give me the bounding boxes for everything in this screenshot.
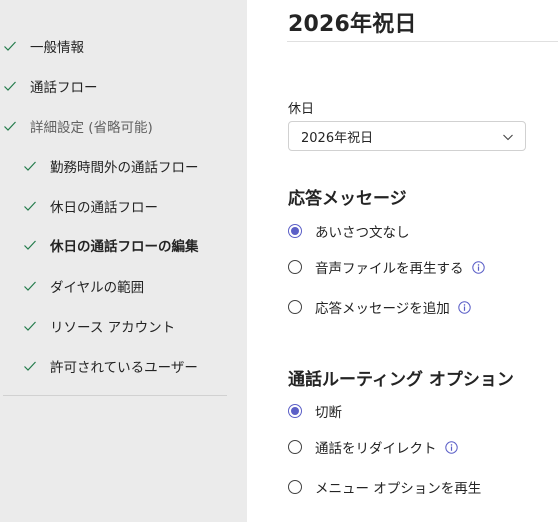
sidebar-item-call-flow[interactable]: 通話フロー (3, 75, 98, 97)
sidebar-item-label: 勤務時間外の通話フロー (50, 160, 199, 176)
sidebar-item-label: 休日の通話フロー (50, 200, 158, 216)
page-title: 2026年祝日 (288, 12, 417, 37)
checkmark-icon (3, 119, 17, 133)
radio-label: あいさつ文なし (315, 225, 410, 241)
info-icon[interactable] (444, 440, 458, 454)
sidebar-item-dial-scope[interactable]: ダイヤルの範囲 (23, 275, 144, 297)
sidebar-item-advanced-settings[interactable]: 詳細設定 (省略可能) (3, 115, 153, 137)
checkmark-icon (23, 238, 37, 252)
holiday-select-value: 2026年祝日 (301, 130, 374, 146)
sidebar-item-holiday-call-flow[interactable]: 休日の通話フロー (23, 195, 158, 217)
checkmark-icon (23, 319, 37, 333)
sidebar-item-resource-accounts[interactable]: リソース アカウント (23, 315, 175, 337)
sidebar-item-label: 休日の通話フローの編集 (50, 239, 199, 255)
main-panel: 2026年祝日 休日 2026年祝日 応答メッセージ あいさつ文なし 音声ファイ… (247, 0, 558, 522)
sidebar-item-label: 通話フロー (30, 80, 98, 96)
greeting-option-play-audio[interactable]: 音声ファイルを再生する (288, 257, 485, 277)
routing-option-disconnect[interactable]: 切断 (288, 401, 342, 421)
routing-option-play-menu[interactable]: メニュー オプションを再生 (288, 477, 481, 497)
sidebar-item-after-hours-call-flow[interactable]: 勤務時間外の通話フロー (23, 155, 199, 177)
info-icon[interactable] (458, 300, 471, 314)
checkmark-icon (23, 279, 37, 293)
routing-heading: 通話ルーティング オプション (288, 370, 514, 390)
radio-button[interactable] (288, 440, 302, 454)
radio-button-selected[interactable] (288, 224, 302, 238)
sidebar-item-label: リソース アカウント (50, 320, 176, 336)
radio-label: 音声ファイルを再生する (315, 261, 464, 277)
sidebar-item-general-info[interactable]: 一般情報 (3, 35, 84, 57)
holiday-field-label: 休日 (288, 102, 315, 117)
checkmark-icon (23, 199, 37, 213)
radio-button[interactable] (288, 260, 302, 274)
routing-option-redirect[interactable]: 通話をリダイレクト (288, 437, 458, 457)
checkmark-icon (3, 39, 17, 53)
sidebar-item-edit-holiday-call-flow[interactable]: 休日の通話フローの編集 (23, 234, 199, 256)
info-icon[interactable] (471, 260, 485, 274)
radio-label: メニュー オプションを再生 (315, 481, 482, 497)
radio-button[interactable] (288, 480, 302, 494)
greeting-heading: 応答メッセージ (288, 189, 407, 209)
radio-button[interactable] (288, 300, 302, 314)
holiday-select[interactable]: 2026年祝日 (288, 121, 526, 151)
sidebar-item-label: ダイヤルの範囲 (50, 280, 145, 296)
sidebar-item-label: 許可されているユーザー (50, 360, 198, 376)
checkmark-icon (23, 159, 37, 173)
checkmark-icon (23, 359, 37, 373)
radio-label: 通話をリダイレクト (315, 441, 437, 457)
sidebar-item-label: 詳細設定 (省略可能) (30, 120, 153, 136)
sidebar-item-authorized-users[interactable]: 許可されているユーザー (23, 355, 198, 377)
sidebar: 一般情報 通話フロー 詳細設定 (省略可能) 勤務時間外の通話フロー 休日の通話… (0, 0, 247, 522)
radio-label: 切断 (315, 405, 342, 421)
checkmark-icon (3, 79, 17, 93)
sidebar-divider (3, 395, 227, 396)
chevron-down-icon (501, 129, 515, 143)
sidebar-item-label: 一般情報 (30, 40, 84, 56)
greeting-option-add-message[interactable]: 応答メッセージを追加 (288, 297, 471, 317)
radio-button-selected[interactable] (288, 404, 302, 418)
title-divider (287, 41, 558, 42)
radio-label: 応答メッセージを追加 (315, 301, 450, 317)
greeting-option-no-greeting[interactable]: あいさつ文なし (288, 221, 410, 241)
